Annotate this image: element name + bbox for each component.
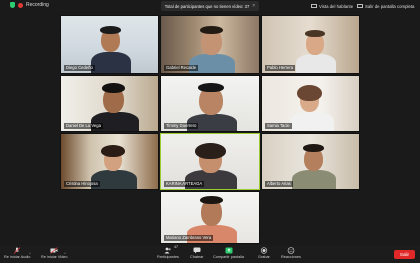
person-hair bbox=[195, 143, 226, 159]
participant-name: Cristina Hinojosa bbox=[64, 181, 100, 187]
start-audio-button[interactable]: Re iniciar Audio bbox=[4, 247, 30, 259]
exit-fullscreen-button[interactable]: Salir de pantalla completa bbox=[357, 2, 414, 10]
share-screen-icon bbox=[225, 247, 233, 254]
chat-button[interactable]: Chatear bbox=[190, 247, 204, 259]
share-screen-label: Compartir pantalla bbox=[213, 255, 245, 259]
person-body bbox=[91, 170, 137, 189]
meeting-toolbar: Re iniciar Audio ^ Re iniciar Video ^ 47… bbox=[0, 245, 420, 263]
chat-label: Chatear bbox=[190, 255, 204, 259]
participant-name: Diego Cedeño bbox=[64, 65, 95, 71]
leave-meeting-button[interactable]: Salir bbox=[394, 250, 415, 259]
record-button[interactable]: Grabar bbox=[258, 247, 270, 259]
participant-name: Gabriel Recalde bbox=[164, 65, 199, 71]
speaker-view-button[interactable]: Vista del hablante bbox=[311, 2, 353, 10]
person-body bbox=[290, 112, 334, 131]
participant-name: Samia Tacle bbox=[265, 123, 292, 129]
video-tile[interactable]: Gabriel Recalde bbox=[160, 15, 260, 74]
participant-name: KARINA ARTEAGA bbox=[164, 181, 205, 187]
start-audio-label: Re iniciar Audio bbox=[4, 255, 31, 259]
participant-name: Alberto Arias bbox=[265, 181, 293, 187]
person-hair bbox=[101, 145, 125, 157]
participants-label: Participantes bbox=[157, 255, 179, 259]
record-label: Grabar bbox=[258, 255, 270, 259]
smiley-reaction-icon bbox=[287, 247, 295, 254]
participants-icon: 47 bbox=[164, 245, 178, 254]
person-body bbox=[185, 170, 237, 189]
active-speaker-tile[interactable]: KARINA ARTEAGA bbox=[160, 133, 260, 190]
person-hair bbox=[100, 26, 121, 34]
participants-button[interactable]: 47 Participantes bbox=[157, 245, 179, 259]
video-tile[interactable]: Timmy Guerrero bbox=[160, 75, 260, 132]
speaker-view-icon bbox=[311, 4, 317, 8]
person-body bbox=[91, 112, 139, 131]
video-tile[interactable]: Mariano Zambrano Vera bbox=[160, 191, 260, 244]
person-hair bbox=[102, 83, 125, 93]
person-body bbox=[292, 170, 336, 189]
speaker-view-label: Vista del hablante bbox=[319, 3, 354, 9]
person-hair bbox=[200, 26, 223, 34]
record-icon bbox=[260, 247, 268, 254]
share-screen-button[interactable]: Compartir pantalla bbox=[213, 247, 244, 259]
security-shield-icon[interactable] bbox=[10, 2, 15, 8]
microphone-muted-icon bbox=[13, 247, 21, 254]
close-icon[interactable]: × bbox=[252, 3, 255, 9]
top-bar: Recording Total de participantes que no … bbox=[0, 0, 420, 13]
recording-indicator: Recording bbox=[10, 2, 49, 8]
reactions-label: Reacciones bbox=[281, 255, 301, 259]
video-tile[interactable]: Alberto Arias bbox=[261, 133, 360, 190]
video-tile[interactable]: Cristina Hinojosa bbox=[60, 133, 159, 190]
person-body bbox=[189, 54, 235, 73]
participant-name: Timmy Guerrero bbox=[164, 123, 199, 129]
audio-options-caret-icon[interactable]: ^ bbox=[29, 251, 31, 256]
video-tile[interactable]: Daniel De La Vega bbox=[60, 75, 159, 132]
video-options-caret-icon[interactable]: ^ bbox=[64, 251, 66, 256]
exit-fullscreen-label: Salir de pantalla completa bbox=[365, 3, 415, 9]
person-body bbox=[91, 52, 131, 73]
person-hair bbox=[305, 30, 325, 37]
person-hair bbox=[198, 83, 224, 92]
participants-without-video-counter: Total de participantes que no tienen víd… bbox=[161, 1, 259, 11]
person-hair bbox=[303, 144, 324, 152]
person-body bbox=[296, 54, 336, 73]
participant-name: Daniel De La Vega bbox=[64, 123, 103, 129]
exit-fullscreen-icon bbox=[357, 4, 363, 8]
video-tile[interactable]: Samia Tacle bbox=[261, 75, 360, 132]
person-hair bbox=[297, 85, 322, 101]
recording-label: Recording bbox=[26, 2, 49, 8]
recording-dot-icon bbox=[18, 2, 23, 8]
participants-count: 47 bbox=[173, 245, 178, 249]
video-tile[interactable]: Diego Cedeño bbox=[60, 15, 159, 74]
person-hair bbox=[200, 196, 223, 204]
participant-name: Pablo Herrera bbox=[265, 65, 296, 71]
camera-off-icon bbox=[50, 247, 59, 254]
participant-name: Mariano Zambrano Vera bbox=[164, 235, 214, 241]
video-tile[interactable]: Pablo Herrera bbox=[261, 15, 360, 74]
counter-text: Total de participantes que no tienen víd… bbox=[164, 3, 250, 9]
reactions-button[interactable]: Reacciones bbox=[281, 247, 301, 259]
chat-icon bbox=[193, 247, 201, 254]
